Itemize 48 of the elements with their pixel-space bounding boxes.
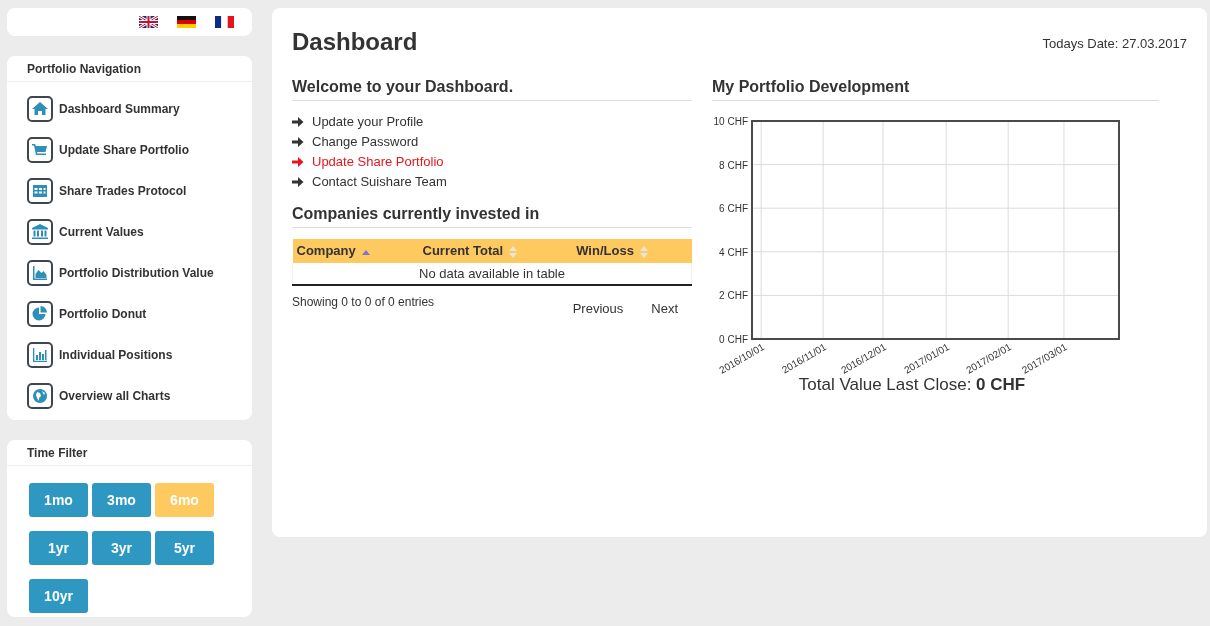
y-axis-label: 4 CHF (719, 246, 748, 258)
nav-item[interactable]: Update Share Portfolio (27, 129, 252, 170)
globe-icon (27, 382, 53, 409)
nav-item[interactable]: Overview all Charts (27, 375, 252, 416)
todays-date: Todays Date: 27.03.2017 (1042, 36, 1187, 51)
pagination-link[interactable]: Next (651, 300, 678, 316)
bar-chart-icon (27, 341, 53, 368)
home-icon (27, 95, 53, 122)
nav-item[interactable]: Portfolio Distribution Value (27, 252, 252, 293)
nav-item[interactable]: Individual Positions (27, 334, 252, 375)
nav-item[interactable]: Portfolio Donut (27, 293, 252, 334)
german-flag-icon[interactable] (177, 16, 196, 28)
empty-table-message: No data available in table (292, 262, 692, 285)
column-header[interactable]: Win/Loss (572, 239, 692, 263)
arrow-right-icon (292, 135, 304, 148)
dashboard-link[interactable]: Update Share Portfolio (292, 154, 692, 169)
dashboard-link[interactable]: Change Password (292, 134, 692, 149)
dashboard-link[interactable]: Update your Profile (292, 114, 692, 129)
nav-item[interactable]: Share Trades Protocol (27, 170, 252, 211)
cart-icon (27, 136, 53, 163)
nav-item[interactable]: Dashboard Summary (27, 88, 252, 129)
column-header[interactable]: Current Total (418, 239, 573, 263)
nav-item[interactable]: Current Values (27, 211, 252, 252)
section-heading: Companies currently invested in (292, 205, 692, 228)
panel-title: Time Filter (7, 440, 252, 466)
page-title: Dashboard (292, 28, 418, 56)
y-axis-label: 8 CHF (719, 159, 748, 171)
panel-title: Portfolio Navigation (7, 56, 252, 82)
table-info: Showing 0 to 0 of 0 entries (292, 294, 435, 311)
arrow-right-icon (292, 155, 304, 168)
arrow-right-icon (292, 115, 304, 128)
pie-chart-icon (27, 300, 53, 327)
table-icon (27, 177, 53, 204)
uk-flag-icon[interactable] (139, 16, 158, 28)
french-flag-icon[interactable] (215, 16, 234, 28)
column-header[interactable]: Company (292, 239, 419, 263)
y-axis-label: 2 CHF (719, 290, 748, 302)
y-axis-label: 6 CHF (719, 203, 748, 215)
total-value: Total Value Last Close: 0 CHF (797, 375, 1027, 395)
dashboard-link[interactable]: Contact Suishare Team (292, 174, 692, 189)
pagination-link[interactable]: Previous (572, 300, 624, 316)
area-chart-icon (27, 259, 53, 286)
bank-icon (27, 218, 53, 245)
arrow-right-icon (292, 175, 304, 188)
y-axis-label: 10 CHF (713, 116, 748, 127)
y-axis-label: 0 CHF (719, 334, 748, 345)
section-heading: My Portfolio Development (712, 78, 1159, 101)
section-heading: Welcome to your Dashboard. (292, 78, 692, 101)
